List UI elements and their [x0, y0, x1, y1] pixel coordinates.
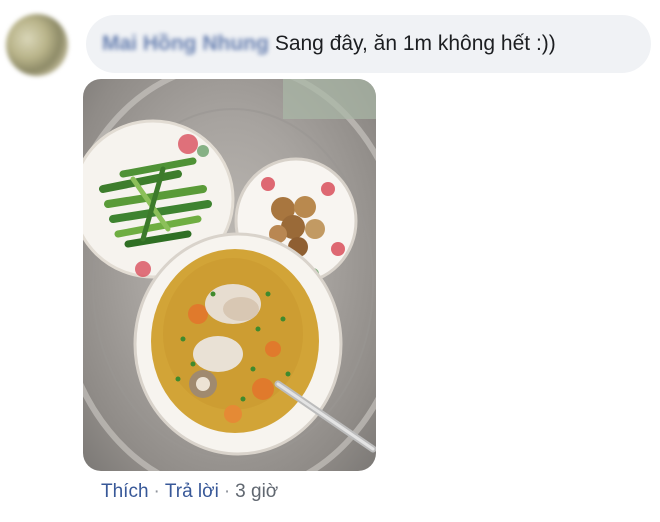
reply-link[interactable]: Trả lời	[165, 481, 219, 503]
separator: ·	[153, 481, 160, 502]
food-photo-illustration	[83, 79, 376, 471]
comment-text: Sang đây, ăn 1m không hết :))	[274, 32, 556, 55]
timestamp[interactable]: 3 giờ	[235, 481, 278, 503]
comment-actions: Thích · Trả lời · 3 giờ	[101, 481, 278, 503]
comment-photo[interactable]	[83, 79, 376, 471]
like-link[interactable]: Thích	[101, 481, 149, 503]
separator: ·	[223, 481, 231, 502]
avatar[interactable]	[6, 14, 68, 76]
comment-bubble: Mai Hồng Nhung Sang đây, ăn 1m không hết…	[86, 15, 651, 73]
comment-author[interactable]: Mai Hồng Nhung	[102, 32, 269, 56]
